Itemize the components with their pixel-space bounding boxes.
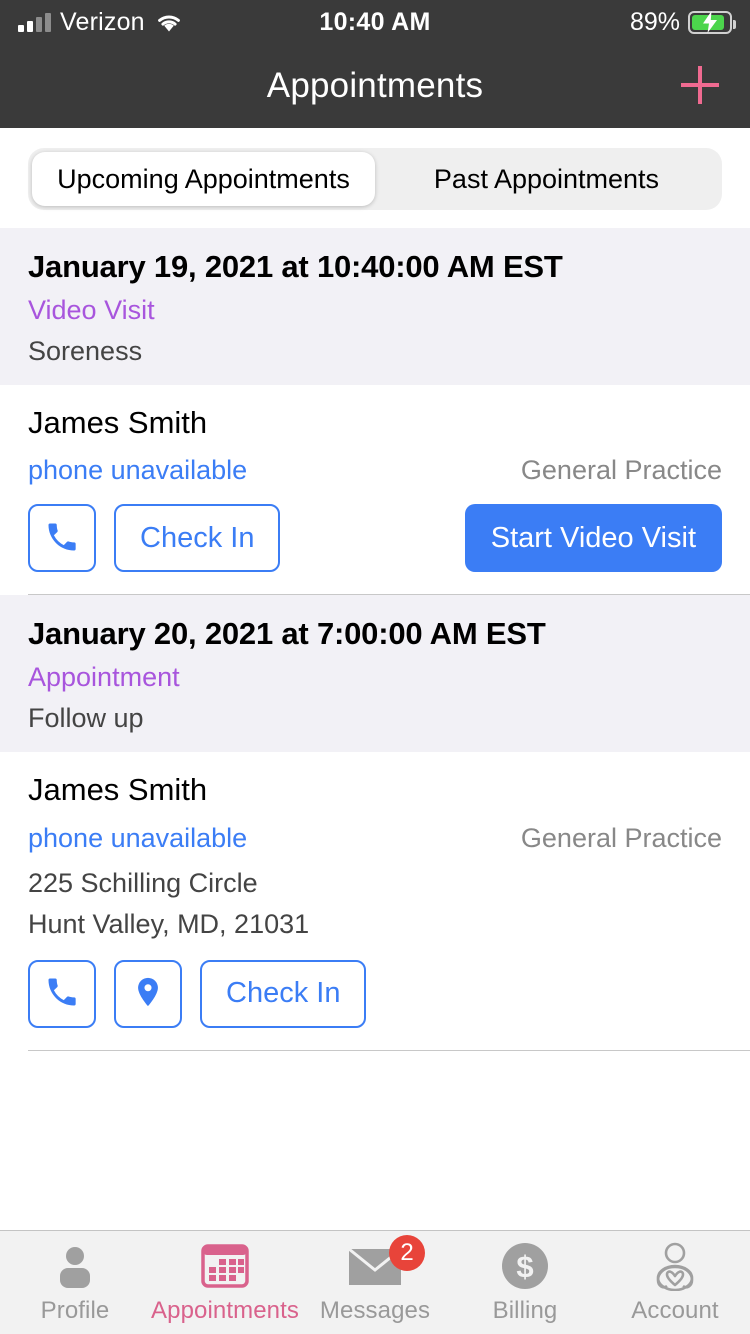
- plus-icon: [675, 60, 725, 113]
- provider-address-line2: Hunt Valley, MD, 21031: [28, 908, 310, 939]
- card-divider: [28, 1049, 750, 1051]
- tab-label: Appointments: [151, 1296, 299, 1324]
- message-count-badge: 2: [389, 1234, 425, 1271]
- appointment-reason: Soreness: [28, 335, 143, 366]
- person-filled-icon: [51, 1241, 99, 1291]
- provider-specialty: General Practice: [520, 455, 722, 486]
- bottom-tab-bar: Profile Appointments 2 Messages $ Billin…: [0, 1230, 750, 1334]
- appointment-card[interactable]: January 19, 2021 at 10:40:00 AM EST Vide…: [0, 228, 750, 596]
- provider-name: James Smith: [28, 772, 208, 808]
- tab-past-appointments[interactable]: Past Appointments: [375, 152, 718, 206]
- tab-messages[interactable]: 2 Messages: [300, 1231, 450, 1334]
- provider-specialty: General Practice: [520, 822, 722, 853]
- appointment-body: James Smith phone unavailable General Pr…: [0, 384, 750, 595]
- map-button[interactable]: [114, 959, 182, 1028]
- phone-icon: [44, 519, 80, 558]
- appointment-list: January 19, 2021 at 10:40:00 AM EST Vide…: [0, 228, 750, 1230]
- tab-label: Billing: [492, 1296, 558, 1324]
- appointment-header: January 19, 2021 at 10:40:00 AM EST Vide…: [0, 228, 750, 385]
- tab-upcoming-appointments[interactable]: Upcoming Appointments: [32, 152, 375, 206]
- nav-bar: Appointments: [0, 44, 750, 128]
- check-in-button[interactable]: Check In: [200, 959, 367, 1028]
- status-bar-left: Verizon: [18, 8, 184, 37]
- tab-profile[interactable]: Profile: [0, 1231, 150, 1334]
- battery-charging-icon: [688, 10, 736, 34]
- provider-address-line1: 225 Schilling Circle: [28, 867, 258, 898]
- person-heart-icon: [650, 1241, 700, 1291]
- provider-meta-row: phone unavailable General Practice: [28, 443, 722, 488]
- segmented-control-container: Upcoming Appointments Past Appointments: [0, 128, 750, 228]
- provider-phone-link[interactable]: phone unavailable: [28, 453, 247, 488]
- dollar-circle-icon: $: [500, 1241, 550, 1291]
- envelope-icon: 2: [347, 1234, 425, 1291]
- carrier-label: Verizon: [60, 7, 145, 36]
- appointment-body: James Smith phone unavailable General Pr…: [0, 752, 750, 1050]
- appointment-datetime: January 20, 2021 at 7:00:00 AM EST: [28, 616, 546, 652]
- page-title: Appointments: [266, 66, 484, 105]
- status-bar-right: 89%: [629, 7, 736, 37]
- appointment-datetime: January 19, 2021 at 10:40:00 AM EST: [28, 249, 563, 284]
- map-pin-icon: [131, 975, 165, 1012]
- call-button[interactable]: [28, 959, 96, 1028]
- tab-label: Messages: [319, 1296, 431, 1324]
- add-appointment-button[interactable]: [672, 58, 728, 114]
- call-button[interactable]: [28, 504, 96, 573]
- tab-billing[interactable]: $ Billing: [450, 1231, 600, 1334]
- segmented-control: Upcoming Appointments Past Appointments: [28, 148, 722, 210]
- tab-label: Account: [631, 1296, 719, 1324]
- check-in-button[interactable]: Check In: [114, 504, 281, 573]
- appointment-card[interactable]: January 20, 2021 at 7:00:00 AM EST Appoi…: [0, 595, 750, 1051]
- appointment-actions: Check In: [28, 959, 722, 1050]
- tab-label: Profile: [40, 1296, 110, 1324]
- provider-meta-row: phone unavailable General Practice: [28, 811, 722, 856]
- app-root: Verizon 10:40 AM 89% Appointments Upcomi…: [0, 0, 750, 1334]
- tab-account[interactable]: Account: [600, 1231, 750, 1334]
- appointment-reason: Follow up: [28, 703, 144, 734]
- appointment-type: Appointment: [28, 662, 180, 693]
- start-video-visit-button[interactable]: Start Video Visit: [464, 504, 722, 573]
- cellular-signal-icon: [18, 12, 51, 32]
- appointment-actions: Check In Start Video Visit: [28, 504, 722, 594]
- appointment-type: Video Visit: [28, 294, 155, 325]
- wifi-icon: [154, 11, 184, 33]
- appointment-header: January 20, 2021 at 7:00:00 AM EST Appoi…: [0, 595, 750, 753]
- tab-appointments[interactable]: Appointments: [150, 1231, 300, 1334]
- phone-icon: [44, 974, 80, 1013]
- provider-phone-link[interactable]: phone unavailable: [28, 821, 247, 856]
- svg-text:$: $: [516, 1249, 533, 1284]
- provider-name: James Smith: [28, 404, 208, 440]
- status-bar: Verizon 10:40 AM 89%: [0, 0, 750, 44]
- calendar-icon: [200, 1241, 250, 1291]
- battery-percent-label: 89%: [629, 7, 680, 36]
